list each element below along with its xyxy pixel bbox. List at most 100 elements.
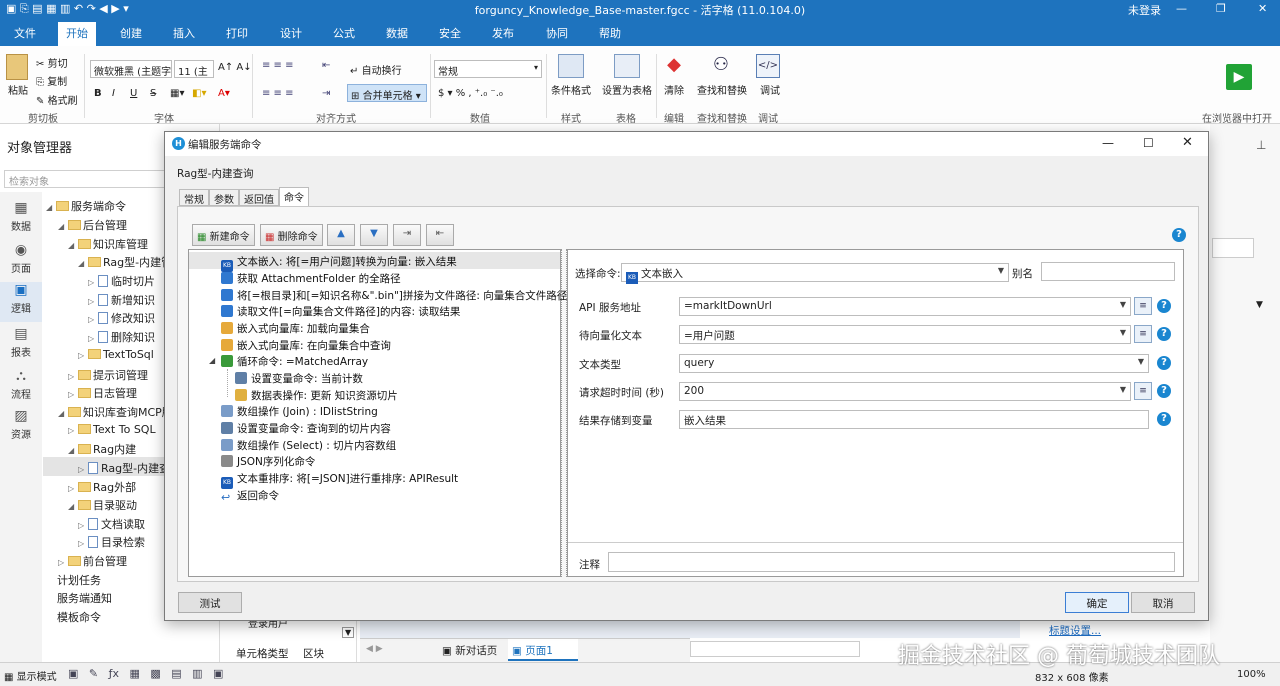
restore-button[interactable]: ❐ bbox=[1216, 2, 1226, 15]
menu-create[interactable]: 创建 bbox=[120, 25, 142, 41]
command-item[interactable]: 数组操作 (Join) : IDlistString bbox=[221, 404, 378, 419]
bold-icon[interactable]: B bbox=[94, 88, 102, 99]
number-format-icons[interactable]: $ ▾ % , ⁺.₀ ⁻.₀ bbox=[438, 88, 503, 99]
command-item[interactable]: 数组操作 (Select) : 切片内容数组 bbox=[221, 438, 396, 453]
tree-node[interactable]: ◢ 知识库查询MCP服 bbox=[58, 404, 173, 420]
display-mode[interactable]: ▦ 显示模式 bbox=[4, 668, 57, 683]
login-status[interactable]: 未登录 bbox=[1128, 2, 1161, 18]
menu-design[interactable]: 设计 bbox=[280, 25, 302, 41]
close-window-button[interactable]: ✕ bbox=[1258, 2, 1267, 15]
fill-color-icon[interactable]: ◧▾ bbox=[192, 88, 206, 99]
merge-cells-button[interactable]: ⊞ 合并单元格 ▾ bbox=[347, 84, 427, 102]
paste-button[interactable]: 粘贴 bbox=[8, 82, 28, 97]
align-left-icon[interactable]: ≡ ≡ ≡ bbox=[262, 88, 294, 99]
menu-file[interactable]: 文件 bbox=[14, 25, 36, 41]
select-command-dropdown[interactable]: KB 文本嵌入 ▼ bbox=[621, 263, 1009, 284]
indent-button[interactable]: ⇥ bbox=[393, 224, 421, 246]
clear-button[interactable]: 清除 bbox=[664, 82, 684, 97]
command-item[interactable]: 嵌入式向量库: 加载向量集合 bbox=[221, 321, 370, 336]
alias-input[interactable] bbox=[1041, 262, 1175, 281]
nav-flow[interactable]: ⛬ 流程 bbox=[0, 368, 42, 404]
strike-icon[interactable]: S̶ bbox=[150, 88, 156, 99]
move-down-button[interactable]: ▼ bbox=[360, 224, 388, 246]
delete-command-button[interactable]: ▦ 删除命令 bbox=[260, 224, 323, 246]
help-icon[interactable]: ? bbox=[1172, 228, 1186, 242]
note-input[interactable] bbox=[608, 552, 1175, 572]
timeout-field[interactable]: 200 ▼ bbox=[679, 382, 1131, 401]
formula-editor-icon[interactable]: ≡ bbox=[1134, 325, 1152, 343]
command-item[interactable]: KB 文本重排序: 将[=JSON]进行重排序: APIResult bbox=[221, 471, 458, 489]
menu-help[interactable]: 帮助 bbox=[599, 25, 621, 41]
tree-node[interactable]: 服务端通知 bbox=[57, 590, 112, 606]
tree-node[interactable]: ▷ Text To SQL bbox=[68, 423, 156, 436]
indent-icon[interactable]: ⇤ bbox=[322, 60, 330, 71]
tree-node[interactable]: ▷ 日志管理 bbox=[68, 385, 137, 401]
tab-general[interactable]: 常规 bbox=[179, 189, 209, 206]
tree-node[interactable]: ◢ 服务端命令 bbox=[46, 198, 126, 214]
menu-home[interactable]: 开始 bbox=[58, 22, 96, 46]
help-icon[interactable]: ? bbox=[1157, 327, 1171, 341]
tree-node[interactable]: ◢ 目录驱动 bbox=[68, 497, 137, 513]
tree-node[interactable]: ▷ 目录检索 bbox=[78, 534, 145, 550]
menu-insert[interactable]: 插入 bbox=[173, 25, 195, 41]
menu-data[interactable]: 数据 bbox=[386, 25, 408, 41]
text-type-select[interactable]: query ▼ bbox=[679, 354, 1149, 373]
menu-publish[interactable]: 发布 bbox=[492, 25, 514, 41]
menu-formula[interactable]: 公式 bbox=[333, 25, 355, 41]
eraser-icon[interactable]: ◆ bbox=[662, 54, 686, 78]
api-url-field[interactable]: =markItDownUrl ▼ bbox=[679, 297, 1131, 316]
input-text-field[interactable]: =用户问题 ▼ bbox=[679, 325, 1131, 344]
tab-params[interactable]: 参数 bbox=[209, 189, 239, 206]
command-item[interactable]: JSON序列化命令 bbox=[221, 454, 315, 469]
formula-editor-icon[interactable]: ≡ bbox=[1134, 297, 1152, 315]
help-icon[interactable]: ? bbox=[1157, 412, 1171, 426]
command-item[interactable]: 设置变量命令: 查询到的切片内容 bbox=[221, 421, 391, 436]
outdent-button[interactable]: ⇤ bbox=[426, 224, 454, 246]
debug-button[interactable]: 调试 bbox=[760, 82, 780, 97]
align-top-icon[interactable]: ≡ ≡ ≡ bbox=[262, 60, 294, 71]
format-painter-button[interactable]: ✎ 格式刷 bbox=[36, 92, 78, 107]
menu-security[interactable]: 安全 bbox=[439, 25, 461, 41]
tree-node[interactable]: ▷ 提示词管理 bbox=[68, 367, 148, 383]
zoom-level[interactable]: 100% bbox=[1237, 669, 1266, 680]
command-item[interactable]: 读取文件[=向量集合文件路径]的内容: 读取结果 bbox=[221, 304, 460, 319]
copy-button[interactable]: ⎘ 复制 bbox=[36, 73, 67, 88]
tree-node[interactable]: ▷ 修改知识 bbox=[88, 310, 155, 326]
wrap-text-button[interactable]: ↵ 自动换行 bbox=[350, 62, 402, 77]
dialog-close-button[interactable]: ✕ bbox=[1182, 135, 1193, 150]
block-tab[interactable]: 区块 bbox=[303, 646, 324, 661]
paste-icon[interactable] bbox=[6, 54, 28, 80]
menu-print[interactable]: 打印 bbox=[226, 25, 248, 41]
command-item[interactable]: KB 文本嵌入: 将[=用户问题]转换为向量: 嵌入结果 bbox=[221, 254, 457, 272]
tree-node-selected[interactable]: ▷ Rag型-内建查 bbox=[78, 460, 170, 476]
result-variable-field[interactable]: 嵌入结果 bbox=[679, 410, 1149, 429]
play-icon[interactable]: ▶ bbox=[1226, 64, 1252, 90]
new-command-button[interactable]: ▦ 新建命令 bbox=[192, 224, 255, 246]
debug-icon[interactable]: </> bbox=[756, 54, 780, 78]
table-icon[interactable] bbox=[614, 54, 640, 78]
tree-node[interactable]: ◢ Rag内建 bbox=[68, 441, 136, 457]
open-browser-label[interactable]: 在浏览器中打开 bbox=[1202, 110, 1272, 125]
help-icon[interactable]: ? bbox=[1157, 356, 1171, 370]
font-color-icon[interactable]: A▾ bbox=[218, 88, 230, 99]
tree-node[interactable]: 计划任务 bbox=[57, 572, 101, 588]
ok-button[interactable]: 确定 bbox=[1065, 592, 1129, 613]
number-format-select[interactable]: 常规 ▾ bbox=[434, 60, 542, 78]
help-icon[interactable]: ? bbox=[1157, 299, 1171, 313]
menu-collab[interactable]: 协同 bbox=[546, 25, 568, 41]
tree-node[interactable]: ◢ 后台管理 bbox=[58, 217, 127, 233]
move-up-button[interactable]: ▲ bbox=[327, 224, 355, 246]
tree-node[interactable]: ▷ 临时切片 bbox=[88, 273, 155, 289]
collapse-icon[interactable]: ◢ bbox=[209, 356, 215, 365]
tree-node[interactable]: ▷ TextToSql bbox=[78, 348, 154, 361]
set-table-button[interactable]: 设置为表格 bbox=[602, 82, 652, 97]
help-icon[interactable]: ? bbox=[1157, 384, 1171, 398]
nav-logic[interactable]: ▣ 逻辑 bbox=[0, 282, 42, 322]
border-icon[interactable]: ▦▾ bbox=[170, 88, 184, 99]
dropdown-icon[interactable]: ▼ bbox=[342, 627, 355, 638]
nav-page[interactable]: ◉ 页面 bbox=[0, 242, 42, 278]
tree-node[interactable]: ◢ 知识库管理 bbox=[68, 236, 148, 252]
tree-node[interactable]: ▷ 新增知识 bbox=[88, 292, 155, 308]
font-size-select[interactable]: 11 (主 bbox=[174, 60, 214, 78]
command-item[interactable]: 获取 AttachmentFolder 的全路径 bbox=[221, 271, 401, 286]
